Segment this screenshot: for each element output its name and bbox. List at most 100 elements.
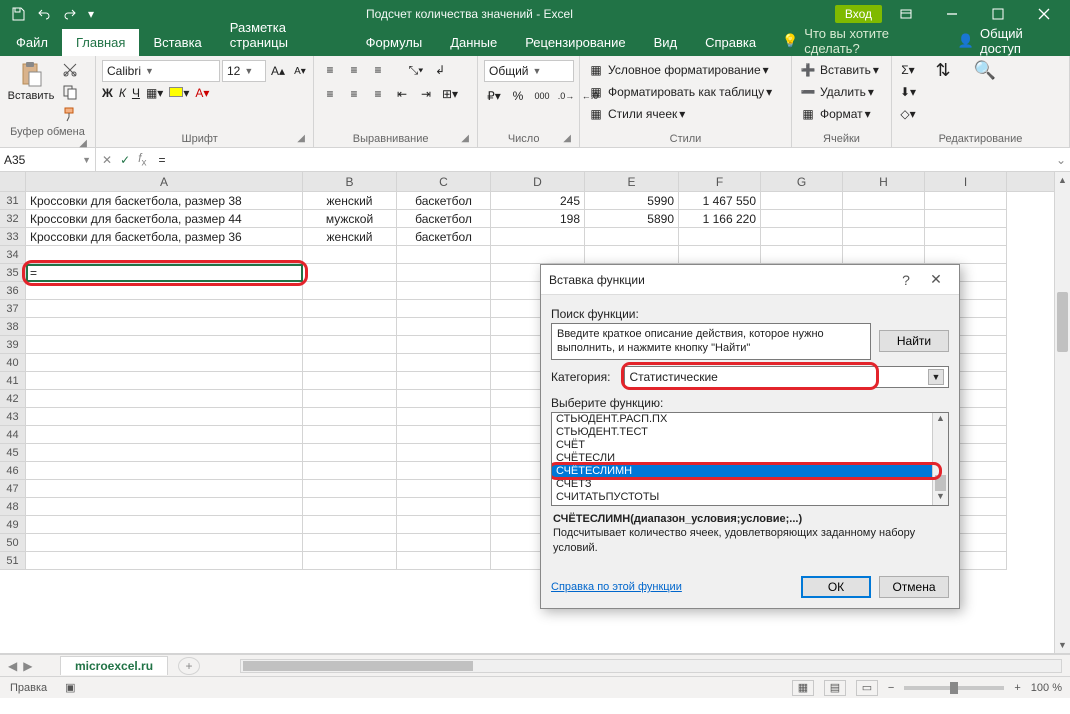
dialog-launcher-icon[interactable]: ◢ [563, 133, 573, 144]
decrease-font-icon[interactable]: A▾ [290, 61, 310, 81]
cell[interactable] [26, 534, 303, 552]
align-top-icon[interactable]: ≡ [320, 60, 340, 80]
cell[interactable] [303, 498, 397, 516]
cell[interactable] [303, 480, 397, 498]
cell[interactable]: 1 467 550 [679, 192, 761, 210]
cell[interactable] [397, 426, 491, 444]
scrollbar-thumb[interactable] [1057, 292, 1068, 352]
currency-icon[interactable]: ₽▾ [484, 86, 504, 106]
cell[interactable] [26, 318, 303, 336]
cell[interactable]: Кроссовки для баскетбола, размер 44 [26, 210, 303, 228]
increase-decimal-icon[interactable]: .0→ [556, 86, 576, 106]
cell[interactable]: 5890 [585, 210, 679, 228]
tab-review[interactable]: Рецензирование [511, 29, 639, 56]
macro-record-icon[interactable]: ▣ [57, 681, 83, 694]
column-header[interactable]: G [761, 172, 843, 191]
sheet-prev-icon[interactable]: ◀ [8, 659, 17, 673]
tab-insert[interactable]: Вставка [139, 29, 215, 56]
cell[interactable] [26, 390, 303, 408]
select-all-corner[interactable] [0, 172, 26, 191]
row-header[interactable]: 34 [0, 246, 26, 264]
list-item[interactable]: СЧЁТЗ [552, 478, 948, 491]
cell[interactable]: 245 [491, 192, 585, 210]
cell[interactable] [397, 318, 491, 336]
cell[interactable] [26, 300, 303, 318]
font-size-input[interactable]: 12▼ [222, 60, 266, 82]
sort-filter-button[interactable]: ⇅ [926, 60, 960, 81]
cell[interactable] [491, 246, 585, 264]
cell[interactable]: 1 166 220 [679, 210, 761, 228]
increase-font-icon[interactable]: A▴ [268, 61, 288, 81]
align-middle-icon[interactable]: ≡ [344, 60, 364, 80]
borders-icon[interactable]: ▦▾ [146, 86, 163, 100]
cell[interactable]: баскетбол [397, 228, 491, 246]
cell[interactable] [397, 516, 491, 534]
search-function-input[interactable]: Введите краткое описание действия, котор… [551, 323, 871, 360]
row-header[interactable]: 45 [0, 444, 26, 462]
maximize-icon[interactable] [976, 0, 1020, 28]
cell[interactable] [303, 282, 397, 300]
cell[interactable] [843, 228, 925, 246]
row-header[interactable]: 48 [0, 498, 26, 516]
list-item[interactable]: СЧЁТ [552, 439, 948, 452]
cell[interactable] [303, 246, 397, 264]
tab-data[interactable]: Данные [436, 29, 511, 56]
cell[interactable] [397, 498, 491, 516]
bold-button[interactable]: Ж [102, 86, 113, 100]
cell[interactable] [397, 336, 491, 354]
cell[interactable] [397, 264, 491, 282]
dialog-help-icon[interactable]: ? [891, 272, 921, 288]
increase-indent-icon[interactable]: ⇥ [416, 84, 436, 104]
percent-icon[interactable]: % [508, 86, 528, 106]
tab-formulas[interactable]: Формулы [352, 29, 437, 56]
cell[interactable] [303, 516, 397, 534]
cell[interactable]: баскетбол [397, 210, 491, 228]
cell[interactable] [26, 462, 303, 480]
merge-center-icon[interactable]: ⊞▾ [440, 84, 460, 104]
scroll-down-icon[interactable]: ▼ [1055, 637, 1070, 653]
row-header[interactable]: 36 [0, 282, 26, 300]
list-item[interactable]: СТЬЮДЕНТ.РАСП.ПХ [552, 413, 948, 426]
zoom-out-icon[interactable]: − [888, 682, 894, 694]
cancel-formula-icon[interactable]: ✕ [102, 153, 112, 167]
cell[interactable] [491, 228, 585, 246]
dialog-launcher-icon[interactable]: ◢ [461, 133, 471, 144]
list-item[interactable]: СЧЁТЕСЛИМН [552, 465, 948, 478]
cell[interactable] [679, 246, 761, 264]
cell[interactable] [397, 246, 491, 264]
undo-icon[interactable] [32, 3, 56, 25]
scrollbar-thumb[interactable] [935, 475, 946, 491]
vertical-scrollbar[interactable]: ▲ ▼ [1054, 172, 1070, 653]
sheet-tab[interactable]: microexcel.ru [60, 656, 168, 675]
cell[interactable] [303, 408, 397, 426]
cell[interactable] [303, 444, 397, 462]
number-format-select[interactable]: Общий▼ [484, 60, 574, 82]
cell[interactable] [397, 534, 491, 552]
normal-view-icon[interactable]: ▦ [792, 680, 814, 696]
sign-in-button[interactable]: Вход [835, 5, 882, 23]
align-bottom-icon[interactable]: ≡ [368, 60, 388, 80]
cell[interactable]: Кроссовки для баскетбола, размер 38 [26, 192, 303, 210]
row-header[interactable]: 32 [0, 210, 26, 228]
underline-button[interactable]: Ч [132, 86, 140, 100]
formula-input[interactable]: = [152, 148, 1052, 171]
cell[interactable] [397, 408, 491, 426]
minimize-icon[interactable] [930, 0, 974, 28]
qat-customize-icon[interactable]: ▾ [84, 3, 98, 25]
cell[interactable] [26, 336, 303, 354]
column-header[interactable]: C [397, 172, 491, 191]
column-header[interactable]: D [491, 172, 585, 191]
share-button[interactable]: 👤 Общий доступ [946, 26, 1070, 56]
redo-icon[interactable] [58, 3, 82, 25]
cell[interactable] [303, 372, 397, 390]
function-help-link[interactable]: Справка по этой функции [551, 581, 682, 593]
cell[interactable] [843, 192, 925, 210]
insert-cells-button[interactable]: ➕Вставить ▾ [798, 60, 879, 80]
cell[interactable] [26, 444, 303, 462]
cell[interactable] [26, 516, 303, 534]
dialog-launcher-icon[interactable]: ◢ [297, 133, 307, 144]
listbox-scrollbar[interactable]: ▲ ▼ [932, 413, 948, 505]
cell[interactable]: 198 [491, 210, 585, 228]
row-header[interactable]: 37 [0, 300, 26, 318]
zoom-slider[interactable] [904, 686, 1004, 690]
